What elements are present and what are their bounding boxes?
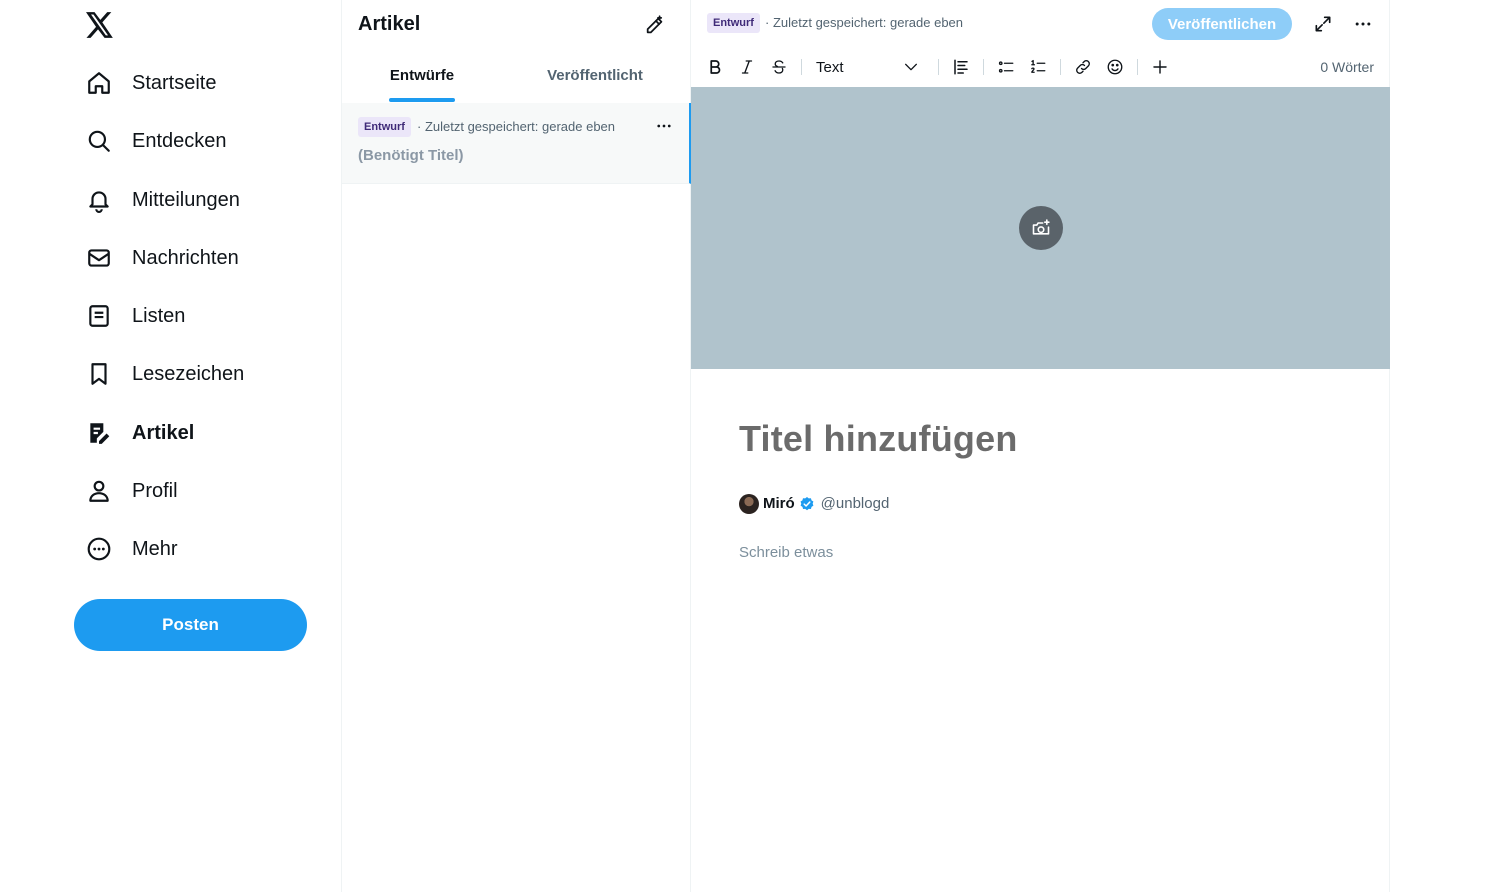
bullet-list-icon[interactable]	[993, 54, 1019, 80]
more-options-icon[interactable]	[1350, 11, 1376, 37]
search-icon	[86, 128, 112, 154]
add-photo-icon[interactable]	[1019, 206, 1063, 250]
emoji-icon[interactable]	[1102, 54, 1128, 80]
nav-item-startseite[interactable]: Startseite	[76, 59, 226, 107]
cover-image-area[interactable]	[691, 87, 1390, 369]
toolbar-divider	[1137, 59, 1138, 75]
bell-icon	[86, 187, 112, 213]
nav-item-entdecken[interactable]: Entdecken	[76, 117, 237, 165]
nav-item-label: Mehr	[132, 538, 178, 560]
active-tab-indicator	[389, 98, 455, 102]
nav-item-artikel[interactable]: Artikel	[76, 409, 204, 457]
draft-title: (Benötigt Titel)	[358, 147, 464, 164]
tab-entwuerfe[interactable]: Entwürfe	[342, 54, 502, 102]
text-style-select[interactable]: Text	[805, 52, 925, 82]
nav-item-label: Lesezeichen	[132, 363, 245, 385]
publish-button[interactable]: Veröffentlichen	[1152, 8, 1292, 40]
article-title-input[interactable]: Titel hinzufügen	[739, 418, 1018, 460]
word-count: 0 Wörter	[1320, 59, 1374, 75]
chevron-down-icon	[901, 57, 921, 77]
mail-icon	[86, 245, 112, 271]
draft-badge: Entwurf	[707, 13, 760, 33]
nav-item-label: Nachrichten	[132, 247, 239, 269]
nav-item-label: Mitteilungen	[132, 189, 240, 211]
italic-icon[interactable]	[734, 54, 760, 80]
post-button[interactable]: Posten	[74, 599, 307, 651]
list-icon	[86, 303, 112, 329]
article-editor: Entwurf · Zuletzt gespeichert: gerade eb…	[691, 0, 1390, 892]
formatting-toolbar: Text 0 Wörter	[691, 50, 1390, 86]
more-options-icon[interactable]	[653, 115, 675, 137]
tab-veroeffentlicht[interactable]: Veröffentlicht	[512, 54, 678, 102]
nav-item-label: Profil	[132, 480, 178, 502]
draft-saved-status: · Zuletzt gespeichert: gerade eben	[417, 119, 616, 134]
nav-item-lesezeichen[interactable]: Lesezeichen	[76, 350, 254, 398]
article-icon	[86, 420, 112, 446]
nav-item-profil[interactable]: Profil	[76, 467, 188, 515]
draft-badge: Entwurf	[358, 117, 411, 137]
home-icon	[86, 70, 112, 96]
nav-item-label: Artikel	[132, 422, 195, 444]
saved-status: · Zuletzt gespeichert: gerade eben	[765, 15, 964, 30]
page-title: Artikel	[358, 13, 421, 35]
toolbar-divider	[1060, 59, 1061, 75]
primary-nav: Startseite Entdecken Mitteilungen Nachri…	[0, 0, 342, 892]
toolbar-divider	[983, 59, 984, 75]
nav-item-nachrichten[interactable]: Nachrichten	[76, 234, 249, 282]
nav-item-mitteilungen[interactable]: Mitteilungen	[76, 176, 250, 224]
x-logo-icon[interactable]	[84, 9, 116, 41]
bold-icon[interactable]	[702, 54, 728, 80]
profile-icon	[86, 478, 112, 504]
text-style-value: Text	[816, 58, 844, 76]
draft-list-item[interactable]: Entwurf · Zuletzt gespeichert: gerade eb…	[342, 103, 691, 184]
avatar	[739, 493, 759, 514]
author-handle: @unblogd	[820, 495, 890, 512]
expand-icon[interactable]	[1310, 11, 1336, 37]
bookmark-icon	[86, 361, 112, 387]
link-icon[interactable]	[1070, 54, 1096, 80]
strikethrough-icon[interactable]	[766, 54, 792, 80]
article-body-input[interactable]: Schreib etwas	[739, 544, 833, 561]
verified-badge-icon	[799, 496, 815, 512]
add-block-icon[interactable]	[1147, 54, 1173, 80]
align-left-icon[interactable]	[948, 54, 974, 80]
more-circle-icon	[86, 536, 112, 562]
author-line: Miró @unblogd	[739, 493, 889, 514]
nav-item-label: Entdecken	[132, 130, 227, 152]
nav-item-listen[interactable]: Listen	[76, 292, 195, 340]
nav-item-label: Listen	[132, 305, 186, 327]
author-name: Miró	[763, 495, 795, 512]
compose-article-icon[interactable]	[642, 12, 668, 38]
toolbar-divider	[938, 59, 939, 75]
nav-item-label: Startseite	[132, 72, 217, 94]
numbered-list-icon[interactable]	[1025, 54, 1051, 80]
toolbar-divider	[801, 59, 802, 75]
nav-item-mehr[interactable]: Mehr	[76, 525, 188, 573]
article-list-panel: Artikel Entwürfe Veröffentlicht Entwurf …	[341, 0, 691, 892]
